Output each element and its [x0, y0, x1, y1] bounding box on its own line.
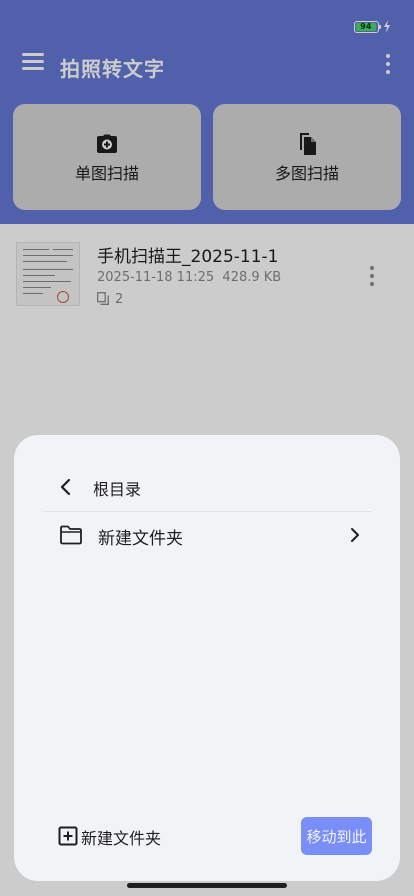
sheet-header: 根目录	[14, 467, 400, 507]
home-indicator[interactable]	[127, 883, 287, 888]
move-here-button[interactable]: 移动到此	[301, 817, 372, 855]
breadcrumb: 根目录	[93, 480, 142, 499]
add-box-icon	[58, 826, 78, 846]
folder-label: 新建文件夹	[98, 529, 183, 549]
move-to-folder-sheet: 根目录 新建文件夹 新建文件夹 移动到此	[14, 435, 400, 881]
chevron-right-icon	[351, 528, 359, 542]
folder-icon	[60, 525, 82, 545]
new-folder-label: 新建文件夹	[81, 829, 162, 848]
divider	[43, 511, 372, 512]
folder-list-item[interactable]: 新建文件夹	[43, 515, 372, 557]
back-chevron-icon[interactable]	[58, 477, 74, 497]
